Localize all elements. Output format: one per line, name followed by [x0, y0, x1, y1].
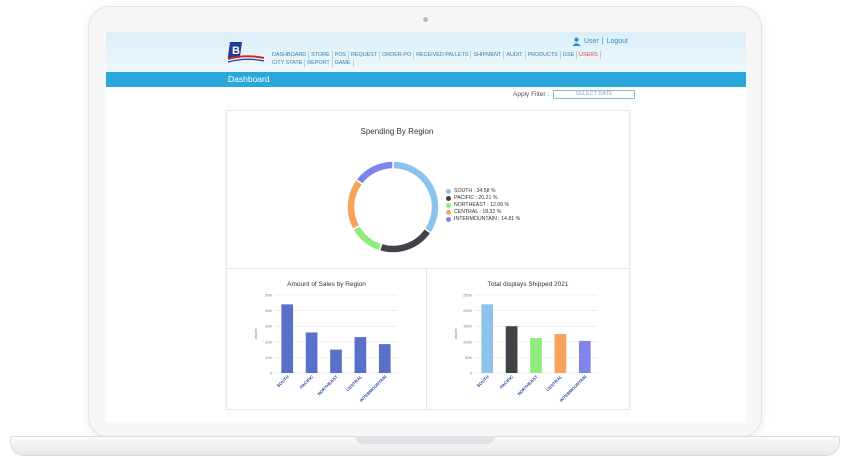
- legend-dot: [446, 196, 451, 201]
- page-title-bar: Dashboard: [106, 72, 746, 87]
- legend-label: INTERMOUNTAIN : 14.81 %: [454, 216, 521, 222]
- sales-xtick-label: PACIFIC: [299, 374, 314, 389]
- shipped-bar-chart: 0 50K 100K 150K 200K 250K Values SOUTH PACIFIC NO…: [454, 294, 597, 403]
- brand-logo[interactable]: B: [226, 42, 266, 64]
- legend-label: CENTRAL : 18.32 %: [454, 209, 502, 215]
- shipped-ytick-label: 150K: [463, 325, 472, 329]
- sales-bar-intermountain[interactable]: [378, 344, 391, 373]
- nav-item-store[interactable]: STORE: [309, 51, 333, 59]
- legend-item-pacific[interactable]: PACIFIC : 20.21 %: [446, 195, 520, 202]
- nav-item-game[interactable]: GAME: [333, 59, 354, 67]
- shipped-bar-pacific[interactable]: [505, 326, 518, 373]
- date-filter: Apply Filter : SELECT DATE: [513, 90, 636, 99]
- donut-chart: [346, 160, 440, 254]
- user-logout-separator: |: [601, 38, 604, 45]
- logout-link[interactable]: Logout: [607, 38, 628, 45]
- nav-item-report[interactable]: REPORT: [305, 59, 333, 67]
- legend-dot: [446, 210, 451, 215]
- shipped-ytick-label: 100K: [463, 340, 472, 344]
- shipped-bar-central[interactable]: [554, 334, 567, 373]
- sales-ylabel: Values: [254, 328, 258, 339]
- page-title: Dashboard: [228, 74, 270, 84]
- nav-item-order-po[interactable]: ORDER-PO: [380, 51, 415, 59]
- donut-slice-south[interactable]: [392, 160, 440, 235]
- camera-dot: [423, 17, 428, 22]
- sales-xtick-label: SOUTH: [276, 374, 290, 388]
- nav-item-gse[interactable]: GSE: [561, 51, 578, 59]
- legend-item-central[interactable]: CENTRAL : 18.32 %: [446, 209, 520, 216]
- filter-label: Apply Filter :: [513, 91, 550, 98]
- shipped-xtick-label: SOUTH: [476, 374, 490, 388]
- sales-bar-central[interactable]: [354, 337, 367, 373]
- date-filter-input[interactable]: SELECT DATE: [553, 90, 636, 99]
- legend-label: SOUTH : 34.58 %: [454, 188, 496, 194]
- shipped-ytick-label: 50K: [465, 356, 472, 360]
- donut-slice-northeast[interactable]: [351, 224, 383, 252]
- nav-item-shipment[interactable]: SHIPMENT: [471, 51, 505, 59]
- user-menu: User | Logout: [572, 37, 628, 46]
- nav-item-audit[interactable]: AUDIT: [504, 51, 526, 59]
- displays-shipped-chart: Total displays Shipped 2021 0 50K 100K 150K…: [427, 269, 629, 411]
- shipped-bar-south[interactable]: [481, 304, 494, 373]
- sales-ytick-label: 50K: [265, 294, 272, 298]
- sales-bar-chart: 0 10K 20K 30K 40K 50K Values SOUTH PACIFIC NORTHE…: [254, 294, 397, 403]
- sales-xtick-label: INTERMOUNTAIN: [359, 374, 388, 403]
- app-screen: B User | Logout DASHBOARD STORE POS REQUEST…: [106, 32, 746, 422]
- nav-item-request[interactable]: REQUEST: [349, 51, 381, 59]
- shipped-xtick-label: PACIFIC: [499, 374, 514, 389]
- user-icon: [572, 37, 581, 46]
- laptop-base-notch: [355, 436, 495, 444]
- shipped-ytick-label: 250K: [463, 294, 472, 298]
- legend-item-south[interactable]: SOUTH : 34.58 %: [446, 188, 520, 195]
- sales-ytick-label: 20K: [265, 340, 272, 344]
- sales-ytick-label: 40K: [265, 309, 272, 313]
- donut-legend: SOUTH : 34.58 % PACIFIC : 20.21 % NORTHEAS…: [446, 188, 520, 223]
- legend-dot: [446, 217, 451, 222]
- donut-slice-central[interactable]: [346, 178, 364, 231]
- shipped-ylabel: Values: [454, 328, 458, 339]
- nav-item-received-pallets[interactable]: RECEIVED PALLETS: [414, 51, 472, 59]
- user-link[interactable]: User: [584, 38, 599, 45]
- donut-slice-intermountain[interactable]: [355, 160, 394, 186]
- legend-dot: [446, 203, 451, 208]
- shipped-xtick-label: CENTRAL: [545, 374, 563, 392]
- sales-bar-pacific[interactable]: [305, 332, 318, 373]
- legend-dot: [446, 189, 451, 194]
- shipped-bar-northeast[interactable]: [530, 338, 542, 373]
- sales-bar-northeast[interactable]: [330, 349, 342, 373]
- shipped-xtick-label: INTERMOUNTAIN: [559, 374, 588, 403]
- nav-item-city-state[interactable]: CITY STATE: [270, 59, 306, 67]
- legend-item-northeast[interactable]: NORTHEAST : 12.06 %: [446, 202, 520, 209]
- nav-item-dashboard[interactable]: DASHBOARD: [270, 51, 310, 59]
- sales-ytick-label: 10K: [265, 356, 272, 360]
- nav-item-products[interactable]: PRODUCTS: [526, 51, 561, 59]
- shipped-bar-intermountain[interactable]: [578, 340, 591, 373]
- dashboard-panel: Spending By Region SOUTH : 34.58 % PACIFI…: [226, 110, 630, 411]
- sales-ytick-label: 30K: [265, 325, 272, 329]
- sales-xtick-label: NORTHEAST: [316, 374, 339, 397]
- app-header: B User | Logout DASHBOARD STORE POS REQUEST…: [106, 32, 746, 72]
- donut-slice-pacific[interactable]: [378, 227, 432, 254]
- svg-text:B: B: [232, 45, 240, 57]
- sales-xtick-label: CENTRAL: [345, 374, 363, 392]
- sales-by-region-chart: Amount of Sales by Region 0 10K 20K 30K 40K 5…: [227, 269, 427, 411]
- nav-item-users[interactable]: USERS: [577, 51, 601, 59]
- nav-item-pos[interactable]: POS: [333, 51, 350, 59]
- legend-label: NORTHEAST : 12.06 %: [454, 202, 510, 208]
- legend-label: PACIFIC : 20.21 %: [454, 195, 498, 201]
- sales-bar-south[interactable]: [281, 304, 294, 373]
- sales-ytick-label: 0: [270, 372, 272, 376]
- spending-by-region-chart: Spending By Region SOUTH : 34.58 % PACIFI…: [227, 111, 629, 269]
- shipped-xtick-label: NORTHEAST: [516, 374, 539, 397]
- shipped-ytick-label: 200K: [463, 309, 472, 313]
- main-nav: DASHBOARD STORE POS REQUEST ORDER-PO RECEIVED…: [270, 51, 626, 67]
- legend-item-intermountain[interactable]: INTERMOUNTAIN : 14.81 %: [446, 216, 520, 223]
- shipped-ytick-label: 0: [470, 372, 472, 376]
